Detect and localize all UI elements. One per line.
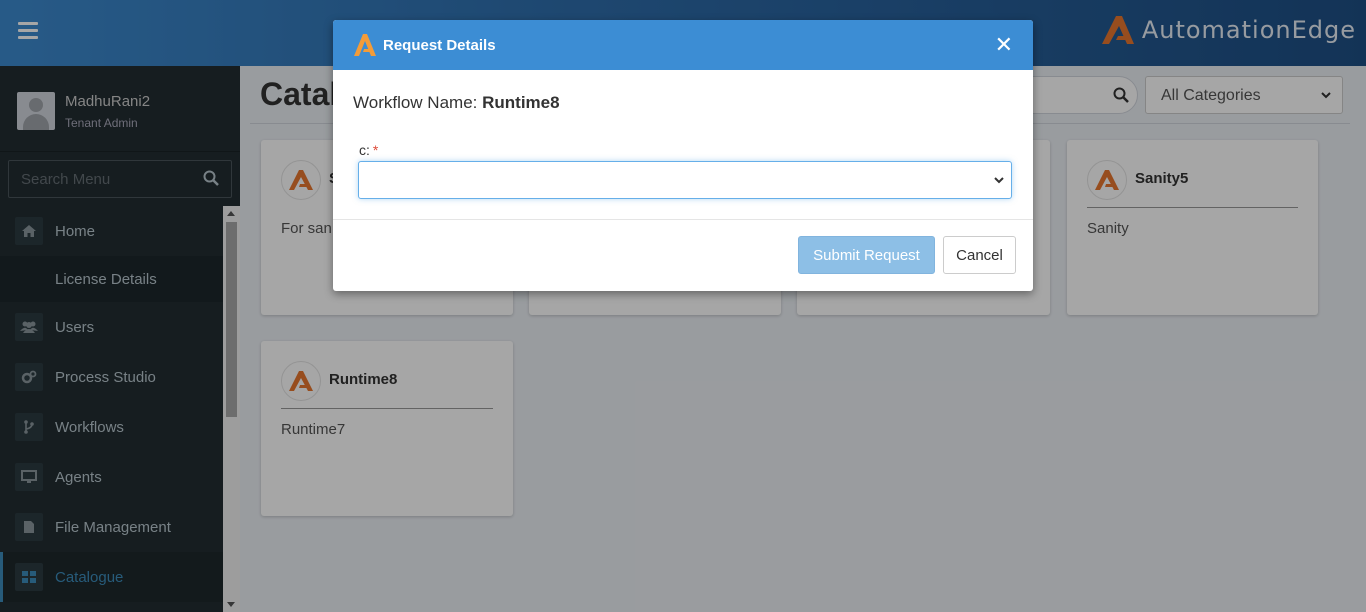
field-label-text: c: [359,142,370,158]
request-details-modal: Request Details ✕ Workflow Name: Runtime… [333,20,1033,291]
field-c-select[interactable] [358,161,1012,199]
workflow-name-value: Runtime8 [482,93,560,112]
workflow-name-label: Workflow Name: [353,93,478,112]
workflow-name-line: Workflow Name: Runtime8 [353,93,560,113]
required-marker: * [372,142,379,158]
close-icon[interactable]: ✕ [995,34,1013,56]
submit-request-button[interactable]: Submit Request [798,236,935,274]
cancel-button[interactable]: Cancel [943,236,1016,274]
automationedge-logo-icon [354,34,376,56]
modal-footer-divider [333,219,1033,220]
chevron-down-icon [994,177,1004,184]
field-c-label: c: * [359,142,378,158]
modal-title: Request Details [383,37,496,54]
modal-header: Request Details ✕ [333,20,1033,70]
